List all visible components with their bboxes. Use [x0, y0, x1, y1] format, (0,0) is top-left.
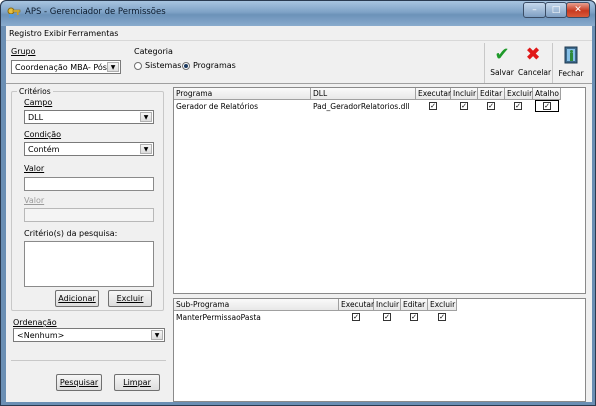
main-window: APS - Gerenciador de Permissões – □ ✕ Re…: [0, 0, 596, 406]
radio-programas-label[interactable]: Programas: [193, 61, 236, 70]
condicao-select[interactable]: Contém ▼: [24, 142, 154, 156]
left-panel: Critérios Campo DLL ▼ Condição Contém ▼ …: [6, 85, 170, 402]
campo-select[interactable]: DLL ▼: [24, 110, 154, 124]
pesquisa-label: Critério(s) da pesquisa:: [24, 229, 118, 238]
pesquisa-memo[interactable]: [24, 241, 154, 287]
minimize-button[interactable]: –: [523, 2, 546, 18]
programas-grid[interactable]: Programa DLL Executar Incluir Editar Exc…: [173, 87, 586, 294]
maximize-button[interactable]: □: [545, 2, 567, 18]
radio-sistemas-label[interactable]: Sistemas: [145, 61, 181, 70]
cancel-button[interactable]: ✖ Cancelar: [518, 44, 552, 81]
column-header-dll[interactable]: DLL: [311, 88, 416, 100]
valor2-label: Valor: [24, 196, 45, 205]
criterios-title: Critérios: [17, 87, 53, 96]
window-title: APS - Gerenciador de Permissões: [25, 7, 166, 17]
ordenacao-label: Ordenação: [13, 318, 57, 327]
close-button[interactable]: ✕: [566, 2, 590, 18]
toolbar-separator-2: [552, 43, 553, 83]
grupo-value: Coordenação MBA- Pós: [15, 63, 107, 72]
menu-ferramentas[interactable]: Ferramentas: [68, 29, 118, 38]
ordenacao-value: <Nenhum>: [17, 331, 65, 340]
valor-label: Valor: [24, 164, 45, 173]
valor2-input[interactable]: [24, 208, 154, 222]
campo-value: DLL: [28, 113, 44, 122]
column-header-sub-excluir[interactable]: Excluir: [428, 299, 457, 311]
pesquisar-button[interactable]: Pesquisar: [56, 374, 102, 391]
condicao-label: Condição: [24, 130, 62, 139]
radio-programas[interactable]: [182, 62, 190, 70]
grupo-label: Grupo: [11, 47, 36, 56]
menu-bar: Registro Exibir Ferramentas: [6, 26, 592, 40]
close-app-button[interactable]: Fechar: [555, 45, 587, 81]
adicionar-label: Adicionar: [58, 294, 96, 303]
title-bar[interactable]: APS - Gerenciador de Permissões – □ ✕: [1, 1, 595, 26]
chevron-down-icon[interactable]: ▼: [140, 112, 152, 122]
save-label: Salvar: [490, 68, 514, 77]
checkbox-sub-editar[interactable]: ✓: [410, 313, 418, 321]
excluir-label: Excluir: [116, 294, 144, 303]
column-header-incluir[interactable]: Incluir: [451, 88, 478, 100]
column-header-editar[interactable]: Editar: [478, 88, 505, 100]
column-header-sub-incluir[interactable]: Incluir: [374, 299, 401, 311]
cell-subprograma[interactable]: ManterPermissaoPasta: [174, 312, 339, 323]
filter-toolbar: Grupo Coordenação MBA- Pós ▼ Categoria S…: [6, 40, 592, 84]
checkbox-editar[interactable]: ✓: [487, 102, 495, 110]
column-header-subprograma[interactable]: Sub-Programa: [174, 299, 339, 311]
cell-dll[interactable]: Pad_GeradorRelatorios.dll: [311, 101, 416, 112]
criterios-group: Critérios Campo DLL ▼ Condição Contém ▼ …: [11, 87, 164, 311]
menu-registro[interactable]: Registro: [9, 29, 42, 38]
menu-exibir[interactable]: Exibir: [44, 29, 67, 38]
cross-icon: ✖: [525, 44, 541, 65]
valor-input[interactable]: [24, 177, 154, 191]
toolbar-separator: [484, 43, 485, 83]
subprogramas-grid[interactable]: Sub-Programa Executar Incluir Editar Exc…: [173, 298, 586, 402]
checkbox-sub-excluir[interactable]: ✓: [438, 313, 446, 321]
checkbox-executar[interactable]: ✓: [429, 102, 437, 110]
cell-programa[interactable]: Gerador de Relatórios: [174, 101, 311, 112]
left-divider: [11, 360, 166, 361]
checkbox-incluir[interactable]: ✓: [460, 102, 468, 110]
client-area: Registro Exibir Ferramentas Grupo Coorde…: [6, 26, 592, 402]
campo-label: Campo: [24, 98, 53, 107]
chevron-down-icon[interactable]: ▼: [107, 62, 119, 72]
checkbox-atalho[interactable]: ✓: [543, 102, 551, 110]
column-header-executar[interactable]: Executar: [416, 88, 451, 100]
chevron-down-icon[interactable]: ▼: [140, 144, 152, 154]
cancel-label: Cancelar: [518, 68, 552, 77]
excluir-button[interactable]: Excluir: [108, 290, 152, 307]
limpar-button[interactable]: Limpar: [114, 374, 160, 391]
checkmark-icon: ✔: [494, 44, 510, 65]
column-header-programa[interactable]: Programa: [174, 88, 311, 100]
adicionar-button[interactable]: Adicionar: [55, 290, 99, 307]
column-header-sub-executar[interactable]: Executar: [339, 299, 374, 311]
checkbox-sub-incluir[interactable]: ✓: [383, 313, 391, 321]
radio-sistemas[interactable]: [134, 62, 142, 70]
column-header-sub-editar[interactable]: Editar: [401, 299, 428, 311]
column-header-excluir[interactable]: Excluir: [505, 88, 533, 100]
exit-door-icon: [564, 46, 578, 64]
close-app-label: Fechar: [558, 69, 584, 78]
checkbox-excluir[interactable]: ✓: [514, 102, 522, 110]
checkbox-sub-executar[interactable]: ✓: [352, 313, 360, 321]
pesquisar-label: Pesquisar: [59, 378, 99, 387]
save-button[interactable]: ✔ Salvar: [487, 45, 517, 81]
ordenacao-select[interactable]: <Nenhum> ▼: [13, 328, 165, 342]
column-header-atalho[interactable]: Atalho: [533, 88, 561, 100]
app-key-icon: [7, 7, 21, 18]
condicao-value: Contém: [28, 145, 60, 154]
chevron-down-icon[interactable]: ▼: [151, 330, 163, 340]
categoria-label: Categoria: [134, 47, 173, 56]
limpar-label: Limpar: [123, 378, 151, 387]
grupo-select[interactable]: Coordenação MBA- Pós ▼: [11, 60, 121, 74]
